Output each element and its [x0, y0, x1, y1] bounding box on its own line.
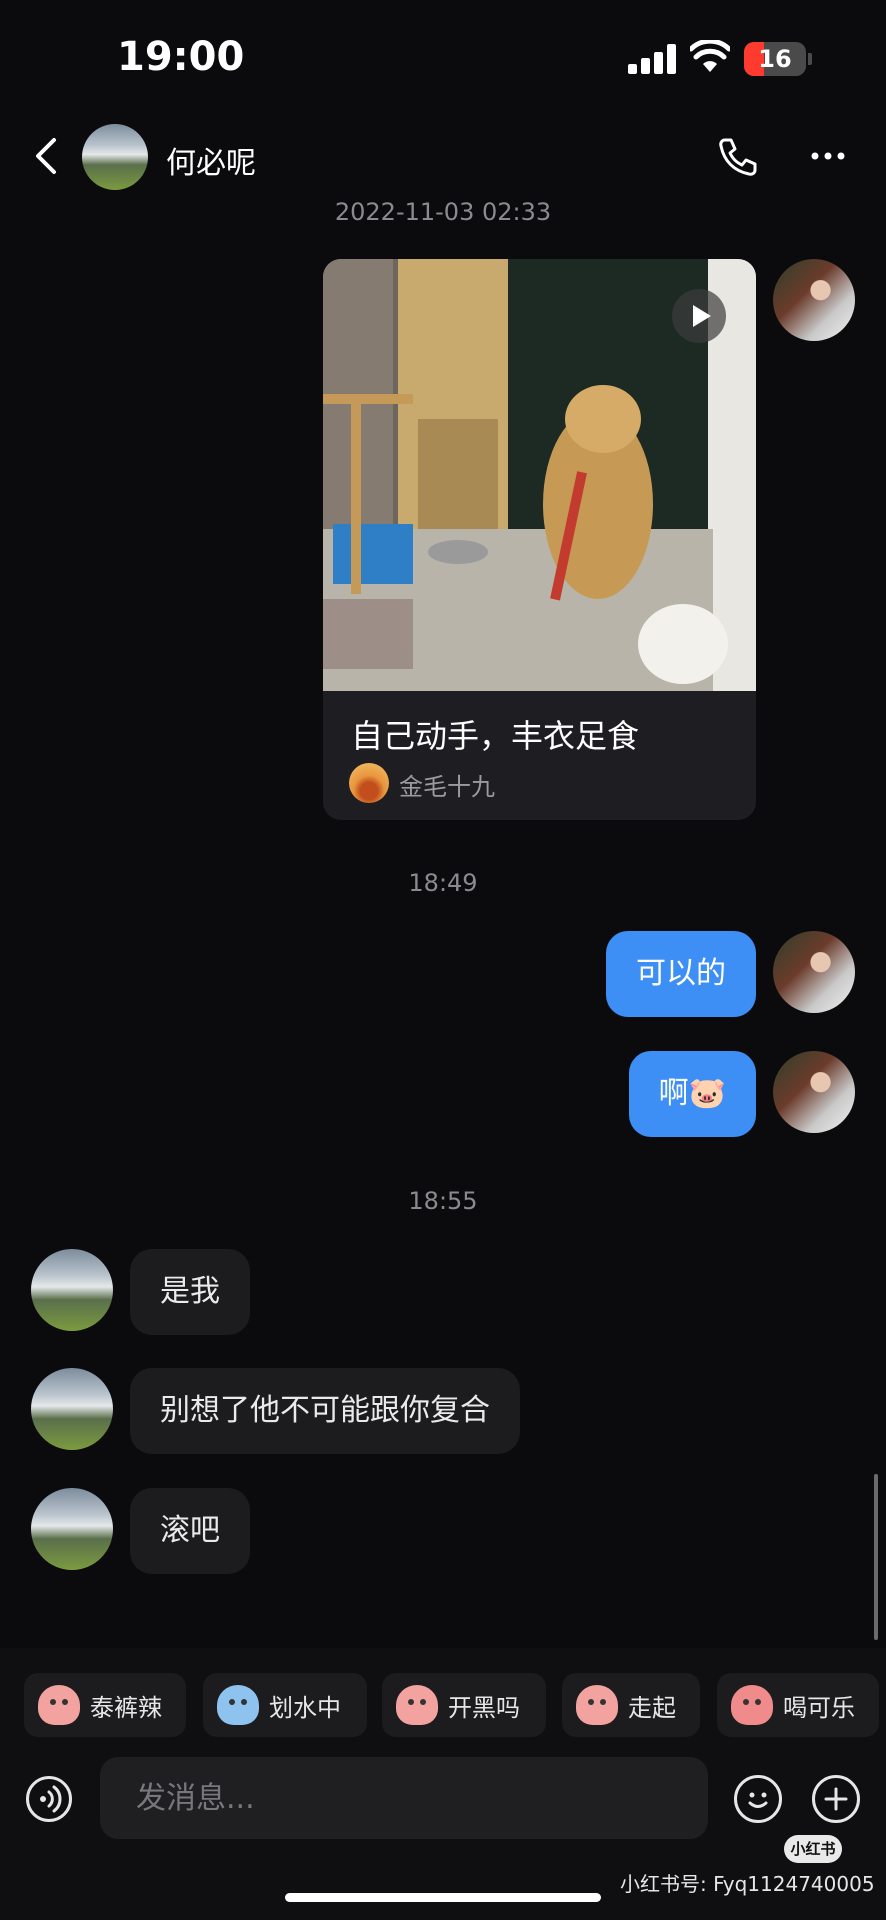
scrollbar[interactable]	[874, 1474, 878, 1640]
home-indicator[interactable]	[285, 1893, 601, 1902]
quick-reply-label: 划水中	[269, 1693, 341, 1722]
note-title: 自己动手，丰衣足食	[351, 717, 640, 755]
play-icon[interactable]	[672, 289, 726, 343]
message-timestamp: 18:49	[408, 869, 478, 897]
message-input[interactable]	[100, 1757, 708, 1839]
sticker-icon	[217, 1685, 259, 1725]
quick-reply-chip[interactable]: 喝可乐	[717, 1673, 879, 1737]
sticker-icon	[38, 1685, 80, 1725]
wifi-icon	[690, 40, 730, 72]
my-avatar[interactable]	[773, 259, 855, 341]
outgoing-message[interactable]: 可以的	[606, 931, 756, 1017]
contact-avatar[interactable]	[31, 1368, 113, 1450]
quick-reply-chip[interactable]: 走起	[562, 1673, 700, 1737]
watermark-logo: 小红书	[784, 1835, 842, 1863]
shared-note-card[interactable]: 自己动手，丰衣足食 金毛十九	[323, 259, 756, 820]
contact-avatar[interactable]	[31, 1488, 113, 1570]
signal-icon	[628, 44, 676, 74]
incoming-message[interactable]: 滚吧	[130, 1488, 250, 1574]
quick-reply-chip[interactable]: 开黑吗	[382, 1673, 546, 1737]
battery-tip	[808, 53, 812, 65]
author-avatar	[349, 763, 389, 803]
plus-icon[interactable]	[812, 1775, 860, 1823]
emoji-icon[interactable]	[734, 1775, 782, 1823]
voice-icon[interactable]	[26, 1776, 72, 1822]
quick-reply-label: 喝可乐	[783, 1693, 855, 1722]
quick-reply-chip[interactable]: 泰裤辣	[24, 1673, 186, 1737]
quick-reply-label: 泰裤辣	[90, 1693, 162, 1722]
message-timestamp: 18:55	[408, 1187, 478, 1215]
note-author: 金毛十九	[399, 773, 495, 801]
phone-icon[interactable]	[716, 136, 758, 178]
my-avatar[interactable]	[773, 931, 855, 1013]
back-icon[interactable]	[28, 136, 64, 176]
incoming-message[interactable]: 是我	[130, 1249, 250, 1335]
contact-avatar[interactable]	[82, 124, 148, 190]
quick-reply-chip[interactable]: 划水中	[203, 1673, 367, 1737]
message-timestamp: 2022-11-03 02:33	[334, 198, 552, 226]
more-icon[interactable]	[810, 146, 846, 166]
my-avatar[interactable]	[773, 1051, 855, 1133]
outgoing-message[interactable]: 啊🐷	[628, 1051, 756, 1137]
battery-indicator: 16	[744, 42, 806, 76]
contact-avatar[interactable]	[31, 1249, 113, 1331]
note-video-thumbnail[interactable]	[323, 259, 756, 691]
sticker-icon	[396, 1685, 438, 1725]
quick-reply-label: 开黑吗	[448, 1693, 520, 1722]
battery-level: 16	[758, 45, 792, 73]
incoming-message[interactable]: 别想了他不可能跟你复合	[130, 1368, 520, 1454]
sticker-icon	[576, 1685, 618, 1725]
watermark-text: 小红书号: Fyq1124740005	[620, 1872, 875, 1896]
sticker-icon	[731, 1685, 773, 1725]
status-time: 19:00	[117, 34, 245, 80]
contact-name[interactable]: 何必呢	[166, 138, 256, 182]
quick-reply-label: 走起	[628, 1693, 676, 1722]
